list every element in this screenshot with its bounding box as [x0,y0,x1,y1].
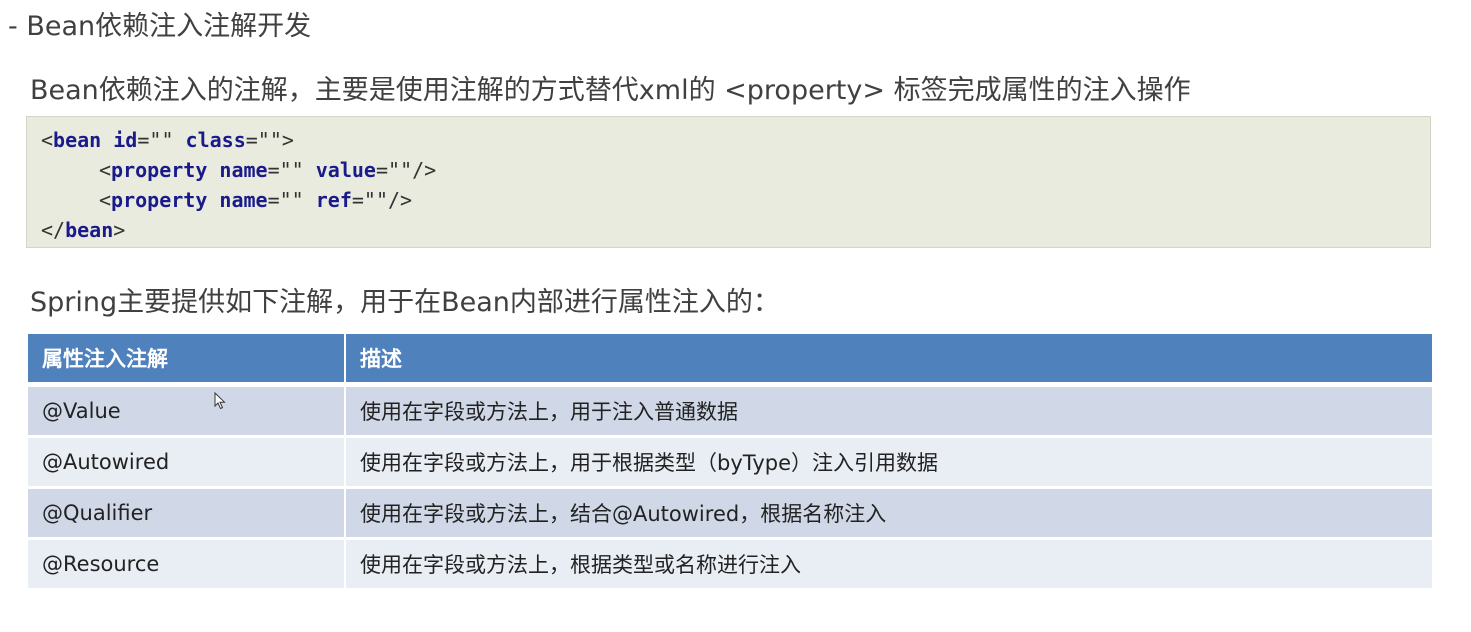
code-token: < [99,188,112,212]
code-line-property-ref: <property name="" ref=""/> [41,185,1430,215]
annotation-cell: @Value [28,387,346,435]
annotation-cell: @Resource [28,540,346,588]
description-cell: 使用在字段或方法上，结合@Autowired，根据名称注入 [346,489,1432,537]
code-token: </ [41,218,66,242]
table-row: @Value 使用在字段或方法上，用于注入普通数据 [28,387,1432,435]
description-cell: 使用在字段或方法上，用于注入普通数据 [346,387,1432,435]
code-token: ="" [267,188,316,212]
code-line-bean-open: <bean id="" class=""> [41,125,1430,155]
code-token: name [219,158,268,182]
code-token: name [219,188,268,212]
code-token: value [315,158,376,182]
code-token: < [41,128,54,152]
header-description: 描述 [346,334,1432,384]
code-token: ref [315,188,352,212]
code-token: id [113,128,138,152]
code-token: class [185,128,246,152]
description-cell: 使用在字段或方法上，用于根据类型（byType）注入引用数据 [346,438,1432,486]
annotation-cell: @Autowired [28,438,346,486]
code-token: =""/> [375,158,437,182]
code-token: property [111,158,208,182]
mouse-pointer-icon [214,392,226,410]
code-line-bean-close: </bean> [41,215,1430,245]
code-token: =""> [245,128,294,152]
annotation-table: 属性注入注解 描述 @Value 使用在字段或方法上，用于注入普通数据 @Aut… [28,331,1432,591]
code-token: =""/> [351,188,413,212]
section-heading: - Bean依赖注入注解开发 [8,11,312,42]
code-token: < [99,158,112,182]
xml-code-block: <bean id="" class=""> <property name="" … [26,116,1431,248]
table-row: @Autowired 使用在字段或方法上，用于根据类型（byType）注入引用数… [28,438,1432,486]
code-line-property-value: <property name="" value=""/> [41,155,1430,185]
header-annotation: 属性注入注解 [28,334,346,384]
code-token: property [111,188,208,212]
code-token: bean [53,128,102,152]
code-token: bean [65,218,114,242]
table-row: @Qualifier 使用在字段或方法上，结合@Autowired，根据名称注入 [28,489,1432,537]
intro-text: Bean依赖注入的注解，主要是使用注解的方式替代xml的 <property> … [30,75,1191,106]
annotation-cell: @Qualifier [28,489,346,537]
description-cell: 使用在字段或方法上，根据类型或名称进行注入 [346,540,1432,588]
table-header-row: 属性注入注解 描述 [28,334,1432,384]
code-token: ="" [137,128,186,152]
code-token: > [113,218,126,242]
table-row: @Resource 使用在字段或方法上，根据类型或名称进行注入 [28,540,1432,588]
code-token: ="" [267,158,316,182]
annotation-intro-text: Spring主要提供如下注解，用于在Bean内部进行属性注入的： [30,287,780,318]
